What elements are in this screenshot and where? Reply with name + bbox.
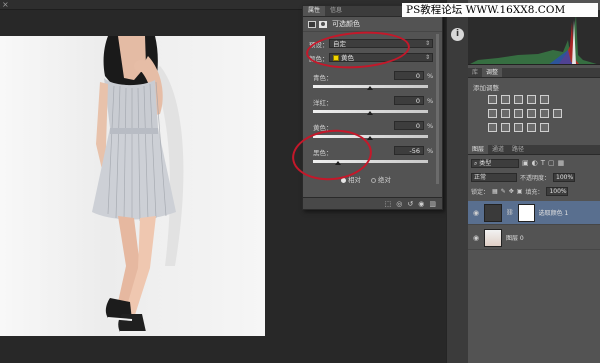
clip-to-layer-icon[interactable]: ⬚ [385,200,392,208]
lock-row: 锁定： ▦ ✎ ✥ ▣ 填充： 100% [468,185,600,197]
magenta-unit: % [427,97,434,105]
info-icon[interactable]: i [451,28,464,41]
slider-label-cyan: 青色： [313,74,333,82]
eye-icon[interactable]: ◉ [472,234,480,242]
image-thumbnail [484,228,502,247]
histogram-graph [470,15,597,64]
properties-scrollbar[interactable] [436,34,439,184]
chevron-down-icon: ⇕ [424,54,430,61]
channel-mixer-icon[interactable] [540,109,549,118]
fill-field[interactable]: 100% [546,186,569,196]
lock-paint-icon[interactable]: ✎ [501,188,506,195]
filter-smart-icon[interactable]: ▦ [558,159,565,167]
yellow-value-field[interactable]: 0 [394,121,424,130]
tab-library[interactable]: 库 [468,68,482,77]
trash-icon[interactable]: ▥ [429,200,436,208]
layers-tabs: 图层 通道 路径 [468,145,600,155]
invert-icon[interactable] [488,123,497,132]
right-panel-dock: 库 调整 添加调整 图层 通道 路径 ⌕ 类型 ▣ ◐ T ▢ ▦ 正常 不透明… [468,0,600,363]
image-canvas[interactable] [0,36,265,336]
visibility-icon[interactable]: ◉ [418,200,424,208]
photo-model-figure [92,36,184,333]
adjustment-layer-icon [308,20,316,28]
lock-all-icon[interactable]: ▣ [517,188,523,195]
opacity-field[interactable]: 100% [553,172,576,182]
black-white-icon[interactable] [514,109,523,118]
black-unit: % [427,147,434,155]
exposure-icon[interactable] [527,95,536,104]
cyan-slider-thumb[interactable] [367,86,373,90]
link-icon[interactable]: ⛓ [506,209,514,216]
properties-title: 可选颜色 [332,20,360,28]
layer-filter-bar: ⌕ 类型 ▣ ◐ T ▢ ▦ [468,157,600,169]
filter-type-icon[interactable]: T [541,159,545,167]
adjustments-grid [488,95,578,137]
lock-move-icon[interactable]: ✥ [509,188,514,195]
gradient-map-icon[interactable] [527,123,536,132]
curves-icon[interactable] [514,95,523,104]
chevron-down-icon: ⇕ [424,40,430,47]
lock-label: 锁定： [471,188,490,196]
reset-icon[interactable]: ↺ [407,200,413,208]
tab-properties[interactable]: 属性 [303,6,326,16]
magenta-value-field[interactable]: 0 [394,96,424,105]
tab-paths[interactable]: 路径 [508,145,528,154]
filter-kind-select[interactable]: ⌕ 类型 [471,158,519,168]
adjustment-thumbnail [484,203,502,222]
yellow-unit: % [427,122,434,130]
site-watermark: PS教程论坛 WWW.16XX8.COM [402,3,598,17]
threshold-icon[interactable] [514,123,523,132]
brightness-icon[interactable] [488,95,497,104]
mask-thumbnail[interactable] [517,203,535,222]
blend-row: 正常 不透明度： 100% [468,171,600,183]
selective-color-icon[interactable] [540,123,549,132]
close-document-icon[interactable]: × [2,0,9,9]
photoshop-window: × 属性 信息 可选颜色 预设： 自定 ⇕ 颜色： 黄色 ⇕ 青色： 0 % 洋… [0,0,600,363]
black-value-field[interactable]: -56 [394,146,424,155]
blend-mode-select[interactable]: 正常 [471,172,517,182]
filter-adjust-icon[interactable]: ◐ [532,159,538,167]
posterize-icon[interactable] [501,123,510,132]
search-icon: ⌕ [474,159,478,167]
view-previous-icon[interactable]: ◎ [396,200,402,208]
opacity-label: 不透明度： [520,174,551,182]
properties-footer: ⬚ ◎ ↺ ◉ ▥ [303,197,442,209]
radio-absolute[interactable]: 绝对 [371,174,391,184]
radio-relative-label: 相对 [348,176,361,184]
layer-row-image[interactable]: ◉ 图层 0 [468,226,600,250]
properties-header: 可选颜色 [303,17,442,32]
hue-saturation-icon[interactable] [488,109,497,118]
layer-row-selective-color[interactable]: ◉ ⛓ 选取颜色 1 [468,201,600,225]
lock-transparent-icon[interactable]: ▦ [492,188,498,195]
adjustments-tabs: 库 调整 [468,68,600,78]
vibrance-icon[interactable] [540,95,549,104]
magenta-slider-thumb[interactable] [367,111,373,115]
layer-name: 图层 0 [506,235,524,242]
yellow-slider-thumb[interactable] [367,136,373,140]
color-lookup-icon[interactable] [553,109,562,118]
color-balance-icon[interactable] [501,109,510,118]
tab-adjustments[interactable]: 调整 [482,68,503,77]
histogram-panel [468,10,600,65]
tab-info[interactable]: 信息 [325,6,347,16]
filter-pixel-icon[interactable]: ▣ [522,159,529,167]
eye-icon[interactable]: ◉ [472,209,480,217]
adjustments-title: 添加调整 [473,84,499,92]
photo-filter-icon[interactable] [527,109,536,118]
tab-layers[interactable]: 图层 [468,145,489,154]
cyan-unit: % [427,72,434,80]
fill-label: 填充： [525,188,544,196]
radio-dot-icon [371,178,376,183]
tab-channels[interactable]: 通道 [488,145,508,154]
filter-shape-icon[interactable]: ▢ [548,159,555,167]
radio-absolute-label: 绝对 [378,176,391,184]
panel-icon-strip: i [446,0,468,363]
cyan-value-field[interactable]: 0 [394,71,424,80]
slider-label-magenta: 洋红： [313,99,333,107]
layer-mask-icon[interactable] [319,20,327,28]
filter-kind-value: 类型 [479,159,492,167]
levels-icon[interactable] [501,95,510,104]
radio-dot-icon [341,178,346,183]
layer-name: 选取颜色 1 [538,210,569,217]
